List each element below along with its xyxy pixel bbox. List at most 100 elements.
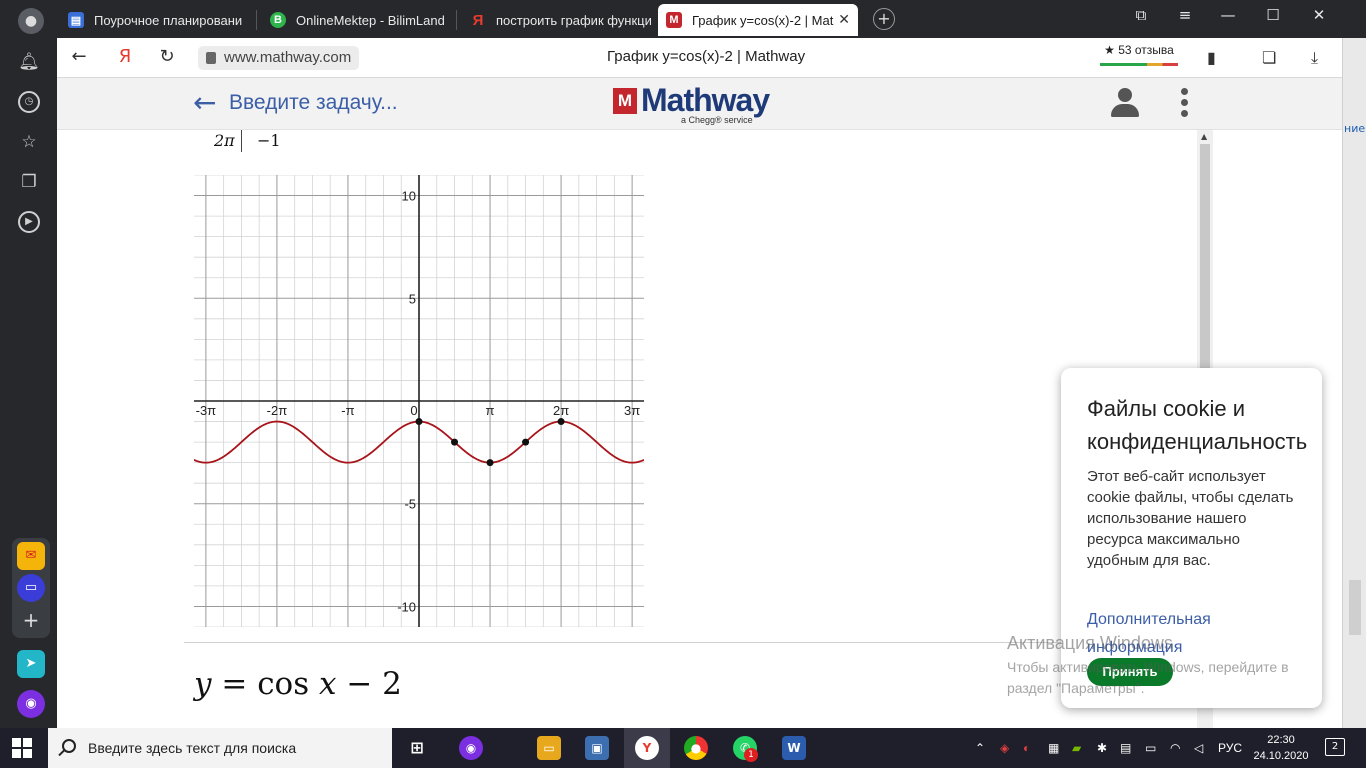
collections-icon[interactable]: ❐	[18, 171, 40, 193]
mathway-icon: M	[666, 12, 682, 28]
reviews-badge[interactable]: ★ 53 отзыва	[1100, 43, 1178, 67]
close-tab-icon[interactable]: ✕	[838, 11, 850, 28]
tab-separator	[256, 10, 257, 30]
x-tick-label: π	[486, 403, 495, 418]
network-app-icon[interactable]: ▣	[585, 736, 609, 760]
lock-icon	[206, 52, 216, 64]
extensions-icon[interactable]: ❏	[1262, 48, 1276, 67]
volume-icon[interactable]: ◁	[1194, 741, 1203, 755]
search-placeholder: Введите здесь текст для поиска	[88, 740, 297, 756]
problem-entry[interactable]: Введите задачу...	[229, 91, 398, 115]
chrome-icon[interactable]: ●	[684, 736, 708, 760]
x-tick-label: 2π	[553, 403, 569, 418]
tray-yandex-icon[interactable]: ◐	[1023, 741, 1030, 755]
y-tick-label: -5	[404, 497, 416, 512]
add-app-icon[interactable]: +	[17, 606, 45, 634]
close-window-icon[interactable]: ✕	[1304, 6, 1334, 24]
download-icon[interactable]: ⤓	[1311, 48, 1318, 68]
mathway-logo[interactable]: M Mathway a Chegg® service	[613, 82, 783, 125]
windows-taskbar: Введите здесь текст для поиска ⊞ ◉ ▭ ▣ Y…	[0, 728, 1366, 768]
reload-icon[interactable]: ↻	[155, 46, 179, 67]
tab-yandex-search[interactable]: Я построить график функци	[462, 4, 652, 36]
back-arrow-icon[interactable]: ←	[193, 86, 216, 119]
x-tick-label: -π	[341, 403, 354, 418]
history-icon[interactable]: ◷	[18, 91, 40, 113]
mathway-logo-icon: M	[613, 88, 637, 114]
yandex-home-icon[interactable]: Я	[113, 46, 137, 67]
formula-lhs: y	[194, 666, 212, 702]
clock-date: 24.10.2020	[1253, 750, 1309, 762]
taskbar-search[interactable]: Введите здесь текст для поиска	[48, 728, 392, 768]
page-scrollbar-thumb[interactable]	[1349, 580, 1361, 635]
yandex-icon: Я	[472, 11, 484, 29]
axes	[194, 175, 644, 627]
network-icon[interactable]: ▤	[1120, 741, 1131, 755]
star-icon[interactable]: ☆	[18, 131, 40, 153]
tab-bilimland[interactable]: B OnlineMektep - BilimLand	[262, 4, 452, 36]
clock-time: 22:30	[1267, 734, 1295, 746]
address-bar: ← Я ↻ www.mathway.com График y=cos(x)-2 …	[57, 38, 1342, 78]
clock[interactable]: 22:30 24.10.2020	[1250, 732, 1312, 764]
alice-icon[interactable]: ◉	[459, 736, 483, 760]
tray-expand-icon[interactable]: ⌃	[975, 741, 985, 755]
new-tab-button[interactable]: +	[873, 8, 895, 30]
url-field[interactable]: www.mathway.com	[198, 46, 360, 70]
nvidia-icon[interactable]: ▰	[1072, 741, 1081, 755]
tray-tool-icon[interactable]: ▦	[1048, 741, 1059, 755]
formula: y = cos x − 2	[194, 666, 402, 702]
tray-app-icon[interactable]: ◈	[1000, 741, 1009, 755]
maximize-icon[interactable]: ☐	[1258, 6, 1288, 24]
tab-title: График y=cos(x)-2 | Mat	[692, 12, 834, 28]
minimize-icon[interactable]: —	[1213, 6, 1243, 24]
user-icon[interactable]	[1109, 87, 1141, 119]
x-tick-label: -2π	[267, 403, 288, 418]
tab-title: Поурочное планировани	[94, 12, 243, 28]
logo-word: Mathway	[641, 82, 770, 118]
file-explorer-icon[interactable]: ▭	[537, 736, 561, 760]
formula-rest: − 2	[336, 666, 402, 702]
back-icon[interactable]: ←	[67, 46, 91, 67]
more-options-icon[interactable]	[1181, 88, 1189, 120]
mail-icon[interactable]: ✉	[17, 542, 45, 570]
language-indicator[interactable]: РУС	[1218, 741, 1242, 755]
sample-point	[486, 459, 494, 467]
edge-text: ние	[1344, 122, 1366, 135]
tab-lesson-planning[interactable]: ▤ Поурочное планировани	[60, 4, 250, 36]
activation-watermark-title: Активация Windows	[1007, 633, 1173, 653]
scroll-up-icon[interactable]: ▲	[1201, 132, 1207, 141]
url-text: www.mathway.com	[224, 49, 352, 66]
sample-point	[557, 418, 565, 426]
word-icon[interactable]: W	[782, 736, 806, 760]
search-icon	[62, 739, 76, 753]
tabs-panel-icon[interactable]: ⧉	[1126, 6, 1156, 24]
send-icon[interactable]: ➤	[17, 650, 45, 678]
x-tick-label: -3π	[196, 403, 217, 418]
bookmark-icon[interactable]: ▮	[1207, 48, 1216, 67]
yandex-browser-icon[interactable]: Y	[635, 736, 659, 760]
wifi-icon[interactable]: ◠	[1170, 741, 1180, 755]
reviews-text: ★ 53 отзыва	[1104, 43, 1174, 57]
play-icon[interactable]: ▶	[18, 211, 40, 233]
y-tick-label: 5	[409, 291, 416, 306]
tab-mathway[interactable]: M График y=cos(x)-2 | Mat ✕	[658, 4, 858, 36]
menu-icon[interactable]: ≡	[1170, 6, 1200, 24]
whatsapp-badge: 1	[744, 748, 758, 762]
formula-var: x	[319, 666, 337, 702]
profile-icon[interactable]: ●	[18, 8, 44, 34]
notifications-icon[interactable]: 2	[1325, 738, 1345, 756]
browser-sidebar: 🔔︎ ◷ ☆ ❐ ▶ ✉ ▭ + ➤ ◉	[0, 38, 57, 728]
task-view-icon[interactable]: ⊞	[405, 736, 429, 760]
messenger-icon[interactable]: ▭	[17, 574, 45, 602]
windows-start-icon[interactable]	[12, 738, 32, 758]
table-x-value: 2π	[214, 131, 235, 150]
bell-icon[interactable]: 🔔︎	[18, 51, 40, 73]
tab-title: OnlineMektep - BilimLand	[296, 12, 445, 28]
alice-icon[interactable]: ◉	[17, 690, 45, 718]
table-y-value: −1	[257, 131, 281, 150]
x-tick-label: 3π	[624, 403, 640, 418]
battery-icon[interactable]: ▭	[1145, 741, 1156, 755]
logo-subtitle: a Chegg® service	[681, 115, 753, 125]
function-graph[interactable]: -3π -2π -π 0 π 2π 3π 10 5 -5 -10	[194, 175, 644, 627]
bluetooth-icon[interactable]: ✱	[1097, 741, 1107, 755]
tab-title: построить график функци	[496, 12, 652, 28]
